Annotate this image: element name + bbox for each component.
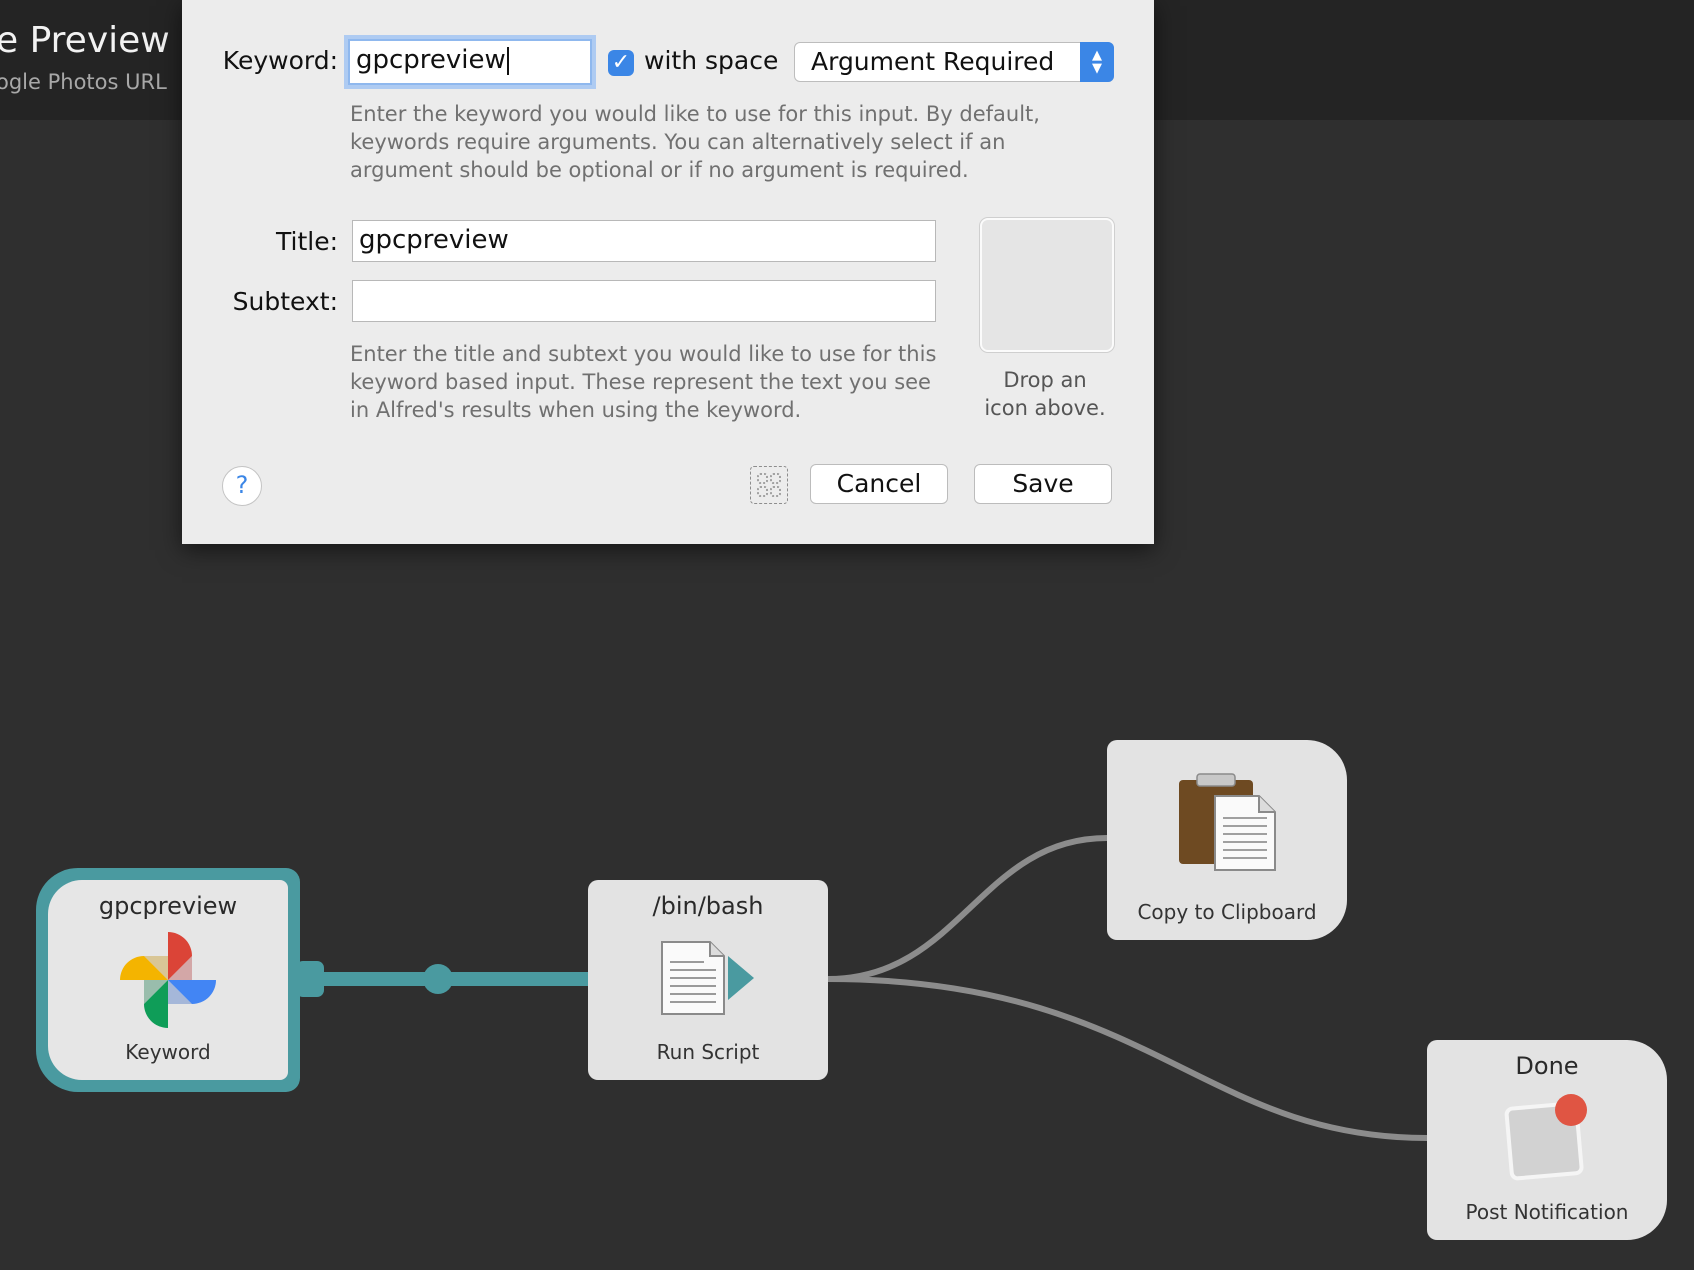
title-input[interactable]: gpcpreview bbox=[352, 220, 936, 262]
post-notification-node[interactable]: Done Post Notification bbox=[1427, 1040, 1667, 1240]
run-script-node-title: /bin/bash bbox=[652, 892, 764, 920]
google-photos-pinwheel-icon bbox=[120, 932, 216, 1028]
keyword-node[interactable]: gpcpreview Keyword bbox=[48, 880, 288, 1080]
icon-drop-well[interactable] bbox=[980, 218, 1114, 352]
run-script-node-label: Run Script bbox=[656, 1040, 760, 1064]
script-document-icon bbox=[661, 941, 754, 1015]
with-space-label: with space bbox=[644, 46, 779, 75]
wire-script-to-notification[interactable] bbox=[827, 976, 1428, 1141]
help-button[interactable]: ? bbox=[222, 466, 262, 506]
select-arrows-icon: ▲ ▼ bbox=[1080, 42, 1114, 82]
keyword-node-label: Keyword bbox=[125, 1040, 211, 1064]
title-help-text: Enter the title and subtext you would li… bbox=[350, 342, 937, 422]
wire-midpoint-handle[interactable] bbox=[423, 964, 453, 994]
text-caret bbox=[506, 46, 509, 75]
keyword-config-dialog: Keyword: gpcpreview ✓ with space Argumen… bbox=[182, 0, 1154, 544]
icon-drop-hint: Drop an icon above. bbox=[984, 368, 1106, 420]
title-label: Title: bbox=[276, 227, 338, 256]
run-script-node[interactable]: /bin/bash Run Script bbox=[588, 880, 828, 1080]
with-space-checkbox[interactable]: ✓ bbox=[608, 50, 634, 76]
subtext-label: Subtext: bbox=[232, 287, 338, 316]
clipboard-icon bbox=[1179, 773, 1276, 871]
placeholder-grid-icon[interactable] bbox=[750, 466, 788, 504]
copy-to-clipboard-node[interactable]: Copy to Clipboard bbox=[1107, 740, 1347, 940]
copy-to-clipboard-node-label: Copy to Clipboard bbox=[1137, 900, 1317, 924]
keyword-help-text: Enter the keyword you would like to use … bbox=[350, 102, 1040, 182]
keyword-input[interactable]: gpcpreview bbox=[348, 39, 592, 85]
keyword-label: Keyword: bbox=[222, 46, 338, 75]
subtext-input[interactable] bbox=[352, 280, 936, 322]
cancel-button[interactable]: Cancel bbox=[810, 464, 948, 504]
wire-script-to-clipboard[interactable] bbox=[827, 835, 1108, 982]
argument-select[interactable]: Argument Required ▲ ▼ bbox=[794, 42, 1114, 82]
save-button[interactable]: Save bbox=[974, 464, 1112, 504]
keyword-output-port[interactable] bbox=[296, 961, 324, 997]
keyword-node-title: gpcpreview bbox=[98, 892, 238, 920]
post-notification-node-label: Post Notification bbox=[1465, 1200, 1629, 1224]
argument-select-value: Argument Required bbox=[811, 47, 1055, 76]
post-notification-node-title: Done bbox=[1515, 1052, 1579, 1080]
notification-badge-icon bbox=[1504, 1094, 1587, 1181]
